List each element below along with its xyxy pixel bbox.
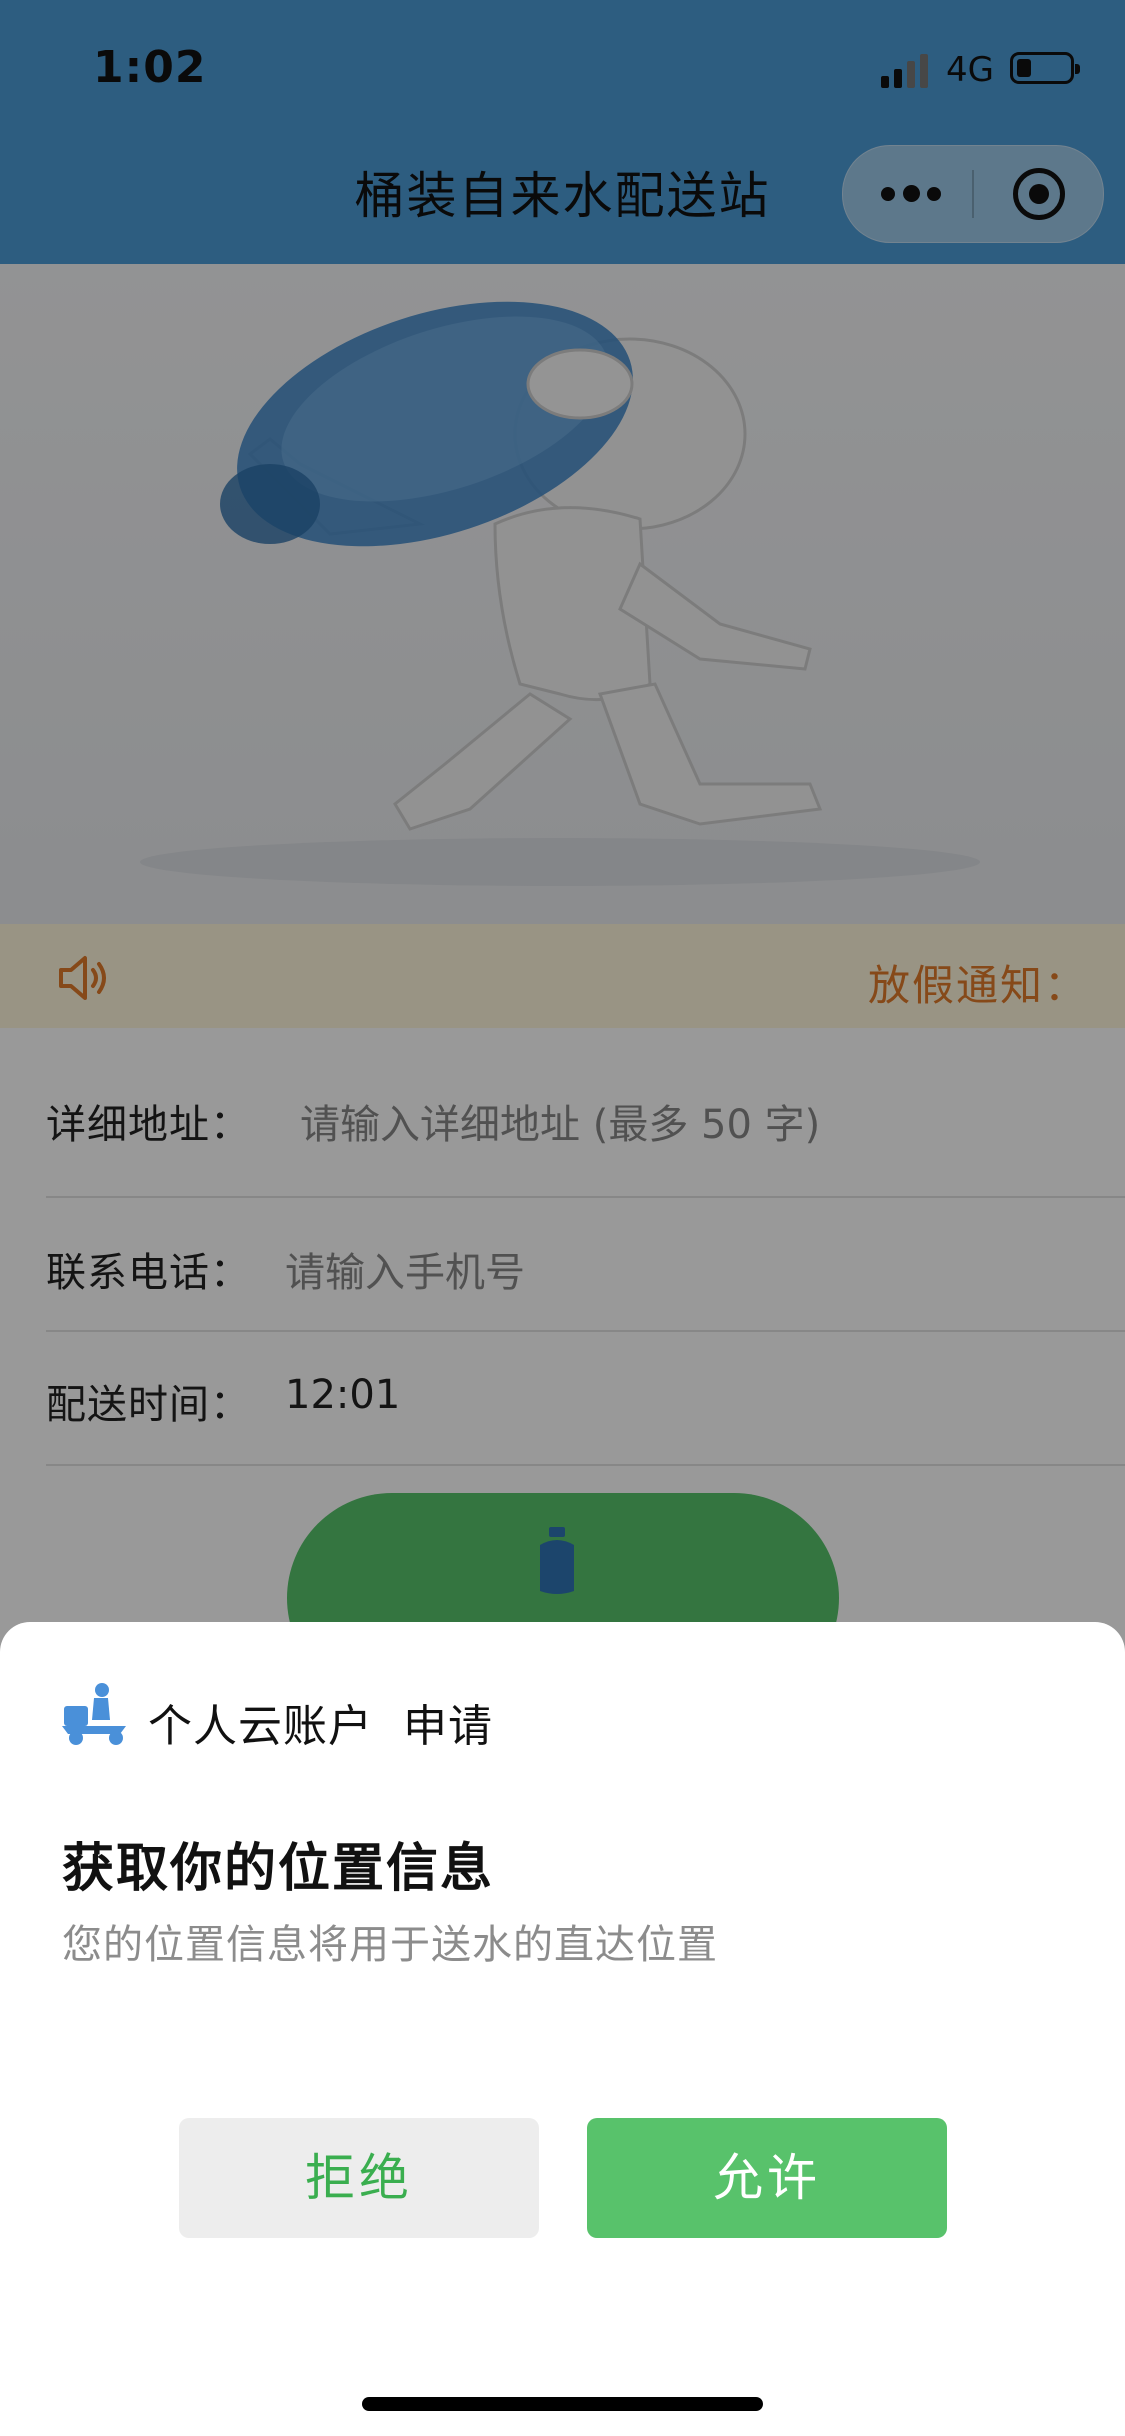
home-indicator (362, 2397, 763, 2411)
app-name: 个人云账户 申请 (148, 1701, 493, 1752)
permission-description: 您的位置信息将用于送水的直达位置 (62, 1922, 718, 1968)
allow-button[interactable]: 允许 (587, 2118, 947, 2238)
permission-title: 获取你的位置信息 (62, 1839, 495, 1899)
delivery-scooter-icon (62, 1682, 130, 1746)
deny-button[interactable]: 拒绝 (179, 2118, 539, 2238)
